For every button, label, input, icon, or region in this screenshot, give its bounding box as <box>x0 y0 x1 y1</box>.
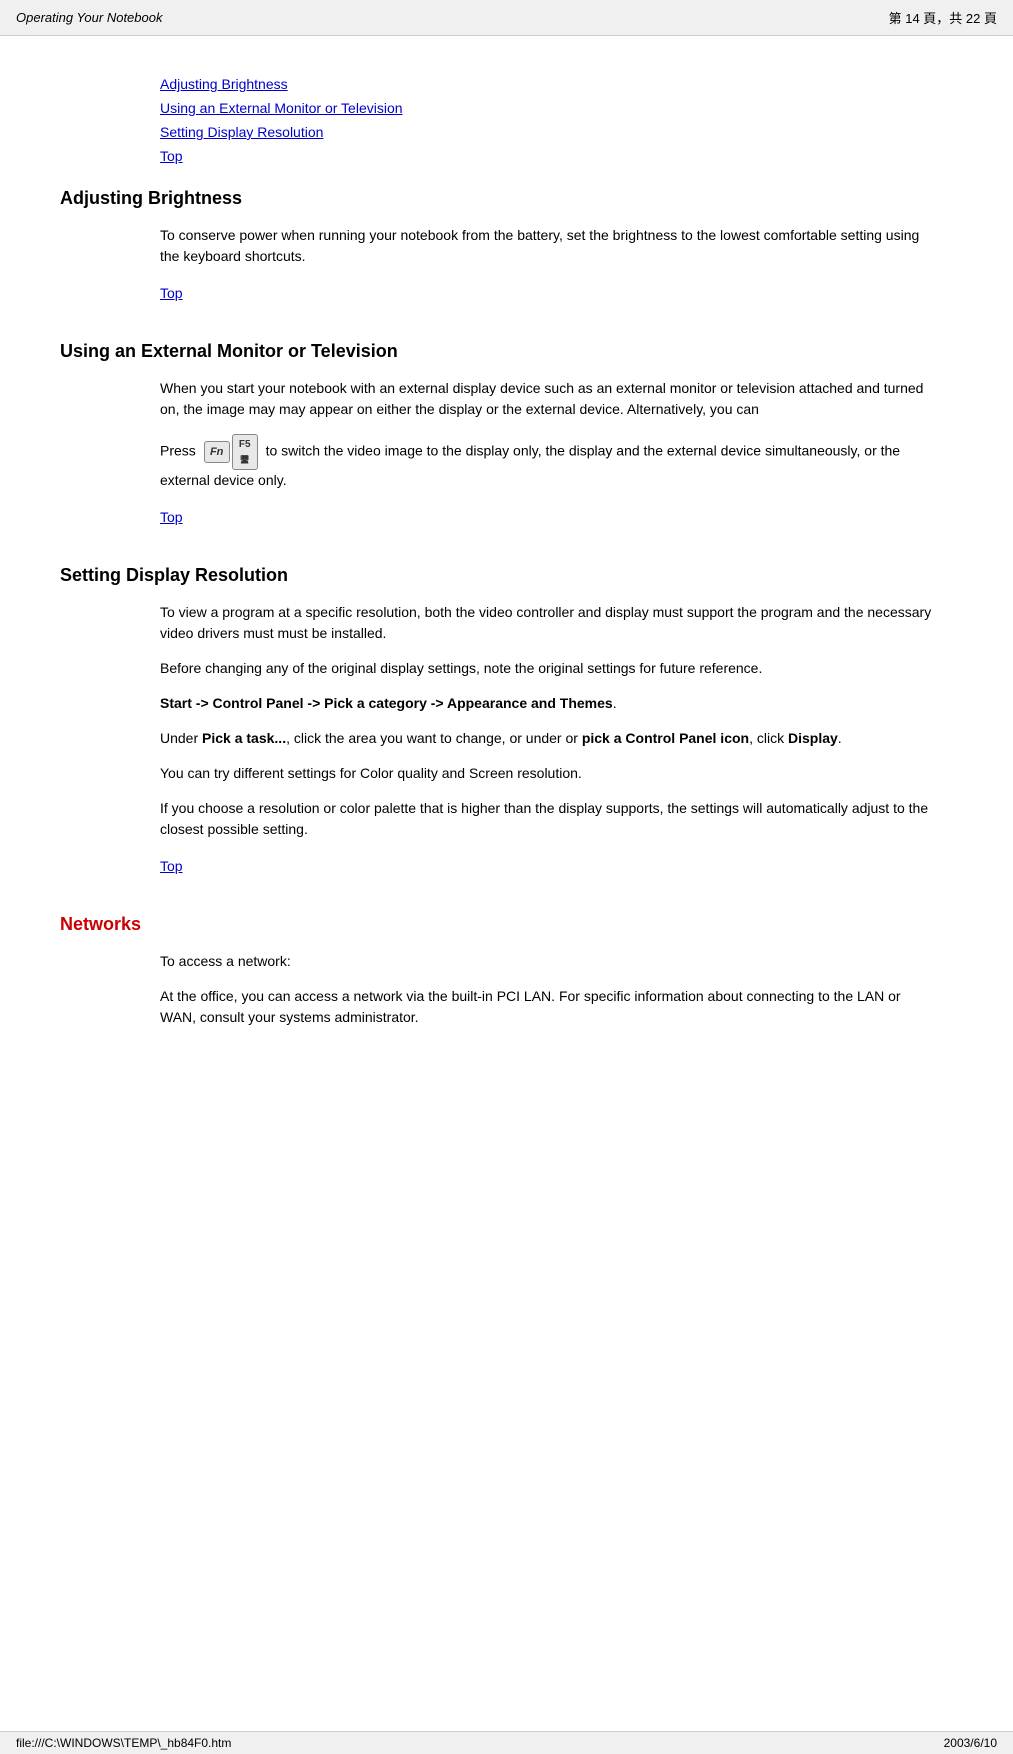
pick-control-panel-bold: pick a Control Panel icon <box>582 730 749 746</box>
press-text-before: Press <box>160 443 200 459</box>
section-body-display-resolution: To view a program at a specific resoluti… <box>160 602 933 890</box>
bold-paragraph-suffix: . <box>613 695 617 711</box>
press-text-after: to switch the video image to the display… <box>160 443 900 488</box>
section-body-brightness: To conserve power when running your note… <box>160 225 933 317</box>
display-resolution-paragraph-3: You can try different settings for Color… <box>160 763 933 784</box>
section-heading-networks: Networks <box>60 914 953 935</box>
external-monitor-paragraph: When you start your notebook with an ext… <box>160 378 933 420</box>
footer-url: file:///C:\WINDOWS\TEMP\_hb84F0.htm <box>16 1736 231 1750</box>
section-heading-display-resolution: Setting Display Resolution <box>60 565 953 586</box>
networks-paragraph-1: To access a network: <box>160 951 933 972</box>
display-resolution-paragraph-2: Before changing any of the original disp… <box>160 658 933 679</box>
page-footer: file:///C:\WINDOWS\TEMP\_hb84F0.htm 2003… <box>0 1731 1013 1754</box>
toc-link-external-monitor[interactable]: Using an External Monitor or Television <box>160 100 953 116</box>
display-bold: Display <box>788 730 838 746</box>
fn-key: Fn <box>204 441 230 464</box>
f5-key: F5🖥 <box>232 434 258 470</box>
brightness-paragraph: To conserve power when running your note… <box>160 225 933 267</box>
keyboard-shortcut: Fn F5🖥 <box>204 434 258 470</box>
toc-link-display-resolution[interactable]: Setting Display Resolution <box>160 124 953 140</box>
header-page: 第 14 頁，共 22 頁 <box>889 8 997 27</box>
section-heading-external-monitor: Using an External Monitor or Television <box>60 341 953 362</box>
page-header: Operating Your Notebook 第 14 頁，共 22 頁 <box>0 0 1013 36</box>
display-resolution-bold-paragraph: Start -> Control Panel -> Pick a categor… <box>160 693 933 714</box>
footer-date: 2003/6/10 <box>944 1736 997 1750</box>
start-control-panel-text: Start -> Control Panel -> Pick a categor… <box>160 695 613 711</box>
networks-paragraph-2: At the office, you can access a network … <box>160 986 933 1028</box>
top-link-external-monitor[interactable]: Top <box>160 509 183 525</box>
header-title: Operating Your Notebook <box>16 10 162 25</box>
section-heading-brightness: Adjusting Brightness <box>60 188 953 209</box>
display-resolution-paragraph-4: If you choose a resolution or color pale… <box>160 798 933 840</box>
pick-task-paragraph: Under Pick a task..., click the area you… <box>160 728 933 749</box>
section-body-networks: To access a network: At the office, you … <box>160 951 933 1028</box>
press-line: Press Fn F5🖥 to switch the video image t… <box>160 434 933 491</box>
display-resolution-paragraph-1: To view a program at a specific resoluti… <box>160 602 933 644</box>
toc-link-adjusting-brightness[interactable]: Adjusting Brightness <box>160 76 953 92</box>
pick-task-bold: Pick a task... <box>202 730 286 746</box>
top-link-display-resolution[interactable]: Top <box>160 858 183 874</box>
toc-links: Adjusting Brightness Using an External M… <box>160 76 953 164</box>
section-body-external-monitor: When you start your notebook with an ext… <box>160 378 933 541</box>
top-link-brightness[interactable]: Top <box>160 285 183 301</box>
toc-link-top[interactable]: Top <box>160 148 953 164</box>
main-content: Adjusting Brightness Using an External M… <box>0 36 1013 1062</box>
